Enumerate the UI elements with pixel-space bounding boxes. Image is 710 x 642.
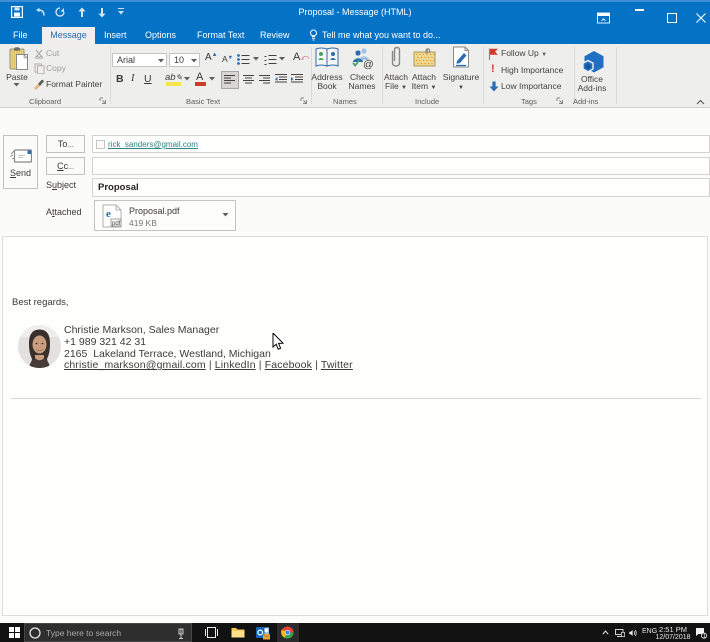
svg-text:1: 1 [703, 634, 706, 639]
svg-text:pdf: pdf [112, 221, 121, 227]
svg-text:e: e [106, 208, 111, 220]
svg-text:@: @ [363, 59, 374, 70]
